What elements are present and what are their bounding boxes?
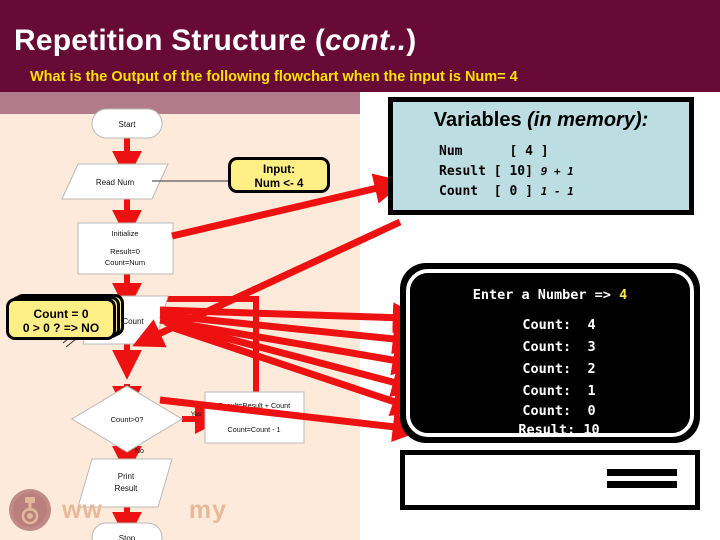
node-init-title: Initialize	[111, 229, 138, 238]
page-subtitle: What is the Output of the following flow…	[30, 69, 518, 85]
console-lines: Count: 4 Count: 3 Count: 2 Count: 1 Coun…	[410, 315, 690, 440]
node-print-result-l2: Result	[115, 484, 138, 493]
callout-count-line2: 0 > 0 ? => NO	[22, 321, 100, 336]
console-line: Count: 0	[522, 403, 596, 420]
node-init-l1: Result=0	[110, 247, 140, 256]
node-process-l2: Count=Count - 1	[228, 425, 281, 434]
variable-name: Count	[439, 183, 486, 199]
console-line: Result: 10	[518, 422, 600, 439]
variable-name: Num	[439, 144, 486, 159]
page-title-main: Repetition Structure (	[14, 24, 326, 57]
variables-title-plain: Variables	[433, 109, 528, 131]
variable-row: Result [ 10] 9 + 1	[439, 162, 689, 182]
node-read-label: Read Num	[96, 178, 135, 187]
slide-header: Repetition Structure (cont..) What is th…	[0, 0, 720, 92]
node-print-result-l1: Print	[118, 472, 135, 481]
page-title-end: )	[406, 24, 417, 57]
footer-site-left: ww	[62, 496, 103, 524]
callout-input-line2: Num <- 4	[254, 177, 304, 190]
console-prompt: Enter a Number => 4	[410, 287, 690, 303]
callout-input-line1: Input:	[263, 164, 295, 176]
console-line: Count: 1	[522, 382, 596, 399]
vent-bar	[607, 469, 677, 476]
vent-bar	[607, 481, 677, 488]
page-title-italic: cont..	[325, 24, 407, 57]
console-prompt-value: 4	[619, 287, 628, 303]
node-decision-label: Count>0?	[111, 415, 144, 424]
callout-input: Input: Num <- 4	[228, 157, 330, 193]
console-line: Count: 4	[522, 317, 596, 333]
page-title: Repetition Structure (cont..)	[14, 24, 417, 58]
variable-row: Num [ 4 ]	[439, 142, 689, 162]
variables-rows: Num [ 4 ] Result [ 10] 9 + 1 Count [ 0 ]…	[393, 142, 689, 201]
console-line: Count: 3	[522, 338, 596, 355]
callout-count: Count = 0 0 > 0 ? => NO	[6, 298, 116, 340]
console-base-panel	[400, 450, 700, 510]
variable-note: 9 + 1	[540, 164, 574, 178]
institution-logo-icon	[9, 489, 51, 531]
footer-site-text: ww my	[62, 496, 227, 525]
node-print-count-label: Count	[122, 317, 144, 326]
variables-panel: Variables (in memory): Num [ 4 ] Result …	[388, 97, 694, 215]
console-line: Count: 2	[522, 360, 596, 377]
variable-value: [ 4 ]	[509, 144, 549, 159]
vent-bars-icon	[607, 469, 677, 493]
node-start-label: Start	[119, 120, 137, 129]
slide-canvas: Repetition Structure (cont..) What is th…	[0, 0, 720, 540]
console-prompt-label: Enter a Number =>	[472, 287, 620, 303]
variable-note: 1 - 1	[540, 184, 574, 198]
variable-row: Count [ 0 ] 1 - 1	[439, 182, 689, 202]
edge-label-no: No	[135, 448, 144, 455]
variables-title: Variables (in memory):	[393, 109, 689, 132]
variable-name: Result	[439, 163, 486, 179]
variable-value: [ 10]	[493, 163, 533, 179]
edge-label-yes: Yes	[191, 411, 202, 418]
variables-title-italic: (in memory):	[527, 109, 649, 131]
footer-site-right: my	[188, 496, 228, 524]
node-init-l2: Count=Num	[105, 258, 145, 267]
console-output-screen: Enter a Number => 4 Count: 4 Count: 3 Co…	[410, 273, 690, 438]
callout-count-line1: Count = 0	[33, 307, 89, 321]
variable-value: [ 0 ]	[493, 183, 533, 199]
node-process-l1: Result=Result + Count	[218, 401, 290, 410]
node-stop-label: Stop	[119, 534, 136, 540]
